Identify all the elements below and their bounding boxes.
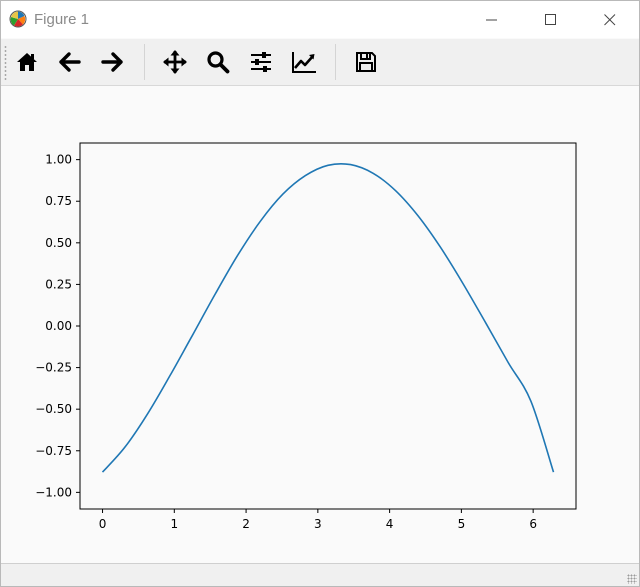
magnifier-icon (207, 51, 230, 74)
home-icon (17, 53, 37, 71)
x-tick-label: 5 (458, 517, 466, 531)
toolbar-separator (144, 44, 145, 80)
y-tick-label: −0.50 (35, 402, 72, 416)
close-icon (604, 13, 616, 25)
figure-window: Figure 1 1.00 0.75 0.50 0.25 0.00 −0.25 … (0, 0, 640, 587)
y-tick-label: −1.00 (35, 485, 72, 499)
x-tick-label: 1 (170, 517, 178, 531)
minimize-icon (486, 19, 497, 20)
y-tick-label: −0.25 (35, 361, 72, 375)
maximize-icon (545, 13, 556, 25)
back-button[interactable] (51, 43, 89, 81)
pan-button[interactable] (156, 43, 194, 81)
title-bar[interactable]: Figure 1 (1, 1, 639, 38)
resize-grip[interactable] (627, 574, 637, 584)
toolbar-separator (335, 44, 336, 80)
minimize-button[interactable] (469, 1, 515, 38)
floppy-disk-icon (356, 52, 376, 72)
home-button[interactable] (8, 43, 46, 81)
status-bar (1, 563, 639, 586)
y-tick-label: 0.75 (45, 194, 72, 208)
y-tick-label: 1.00 (45, 153, 72, 167)
window-title: Figure 1 (34, 11, 90, 28)
maximize-button[interactable] (528, 1, 574, 38)
x-tick-label: 2 (242, 517, 250, 531)
sliders-icon (251, 52, 271, 72)
line-chart-icon (292, 52, 316, 73)
y-tick-label: 0.00 (45, 319, 72, 333)
x-tick-label: 3 (314, 517, 322, 531)
arrow-left-icon (59, 52, 81, 72)
move-arrows-icon (163, 50, 187, 74)
series-line (101, 162, 555, 473)
arrow-right-icon (101, 52, 123, 72)
zoom-button[interactable] (199, 43, 237, 81)
customize-button[interactable] (285, 43, 323, 81)
x-axis: 0 1 2 3 4 5 6 (99, 509, 537, 531)
subplots-button[interactable] (242, 43, 280, 81)
toolbar-grip[interactable] (4, 45, 7, 81)
x-tick-label: 4 (386, 517, 394, 531)
x-tick-label: 0 (99, 517, 107, 531)
line-chart: 1.00 0.75 0.50 0.25 0.00 −0.25 −0.50 −0.75 −1.00… (35, 142, 577, 531)
y-tick-label: 0.25 (45, 277, 72, 291)
forward-button[interactable] (93, 43, 131, 81)
navigation-toolbar (1, 39, 639, 86)
axes-frame (79, 142, 577, 510)
save-button[interactable] (347, 43, 385, 81)
figure-canvas[interactable]: 1.00 0.75 0.50 0.25 0.00 −0.25 −0.50 −0.75 −1.00… (1, 87, 639, 563)
x-tick-label: 6 (529, 517, 537, 531)
y-axis: 1.00 0.75 0.50 0.25 0.00 −0.25 −0.50 −0.75 −1.00 (35, 153, 80, 499)
y-tick-label: 0.50 (45, 236, 72, 250)
y-tick-label: −0.75 (35, 444, 72, 458)
matplotlib-logo-icon (9, 10, 27, 28)
close-button[interactable] (587, 1, 633, 38)
